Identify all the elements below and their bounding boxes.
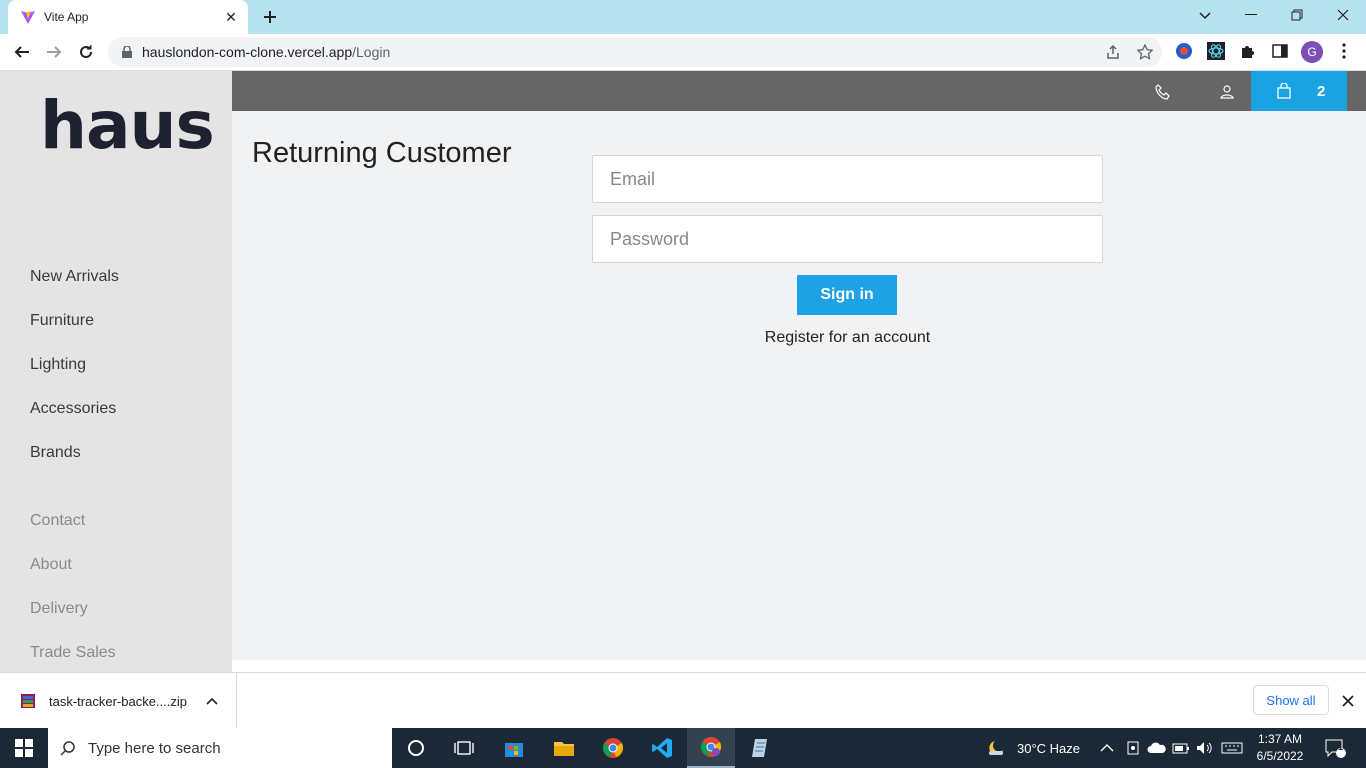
notification-center-icon[interactable]: 1 (1324, 728, 1346, 768)
email-field[interactable] (592, 155, 1103, 203)
tab-title: Vite App (44, 10, 89, 24)
cortana-icon[interactable] (392, 728, 440, 768)
nav-item-lighting[interactable]: Lighting (30, 354, 119, 398)
sign-in-button[interactable]: Sign in (797, 275, 897, 315)
phone-icon[interactable] (1152, 81, 1174, 103)
page-footer-strip (232, 660, 1366, 672)
keyboard-icon[interactable] (1221, 728, 1243, 768)
archive-file-icon (21, 694, 35, 708)
weather-text: 30°C Haze (1017, 740, 1081, 756)
clock-time: 1:37 AM (1257, 732, 1303, 746)
browser-toolbar: hauslondon-com-clone.vercel.app/Login G (0, 34, 1366, 71)
nav-item-accessories[interactable]: Accessories (30, 398, 119, 442)
primary-nav: New Arrivals Furniture Lighting Accessor… (30, 266, 119, 486)
cart-count: 2 (1317, 82, 1326, 100)
browser-tab-bar: Vite App ✕ (0, 0, 1366, 34)
new-tab-icon[interactable] (258, 6, 282, 28)
sidebar: haus New Arrivals Furniture Lighting Acc… (0, 71, 232, 672)
clock-date: 6/5/2022 (1256, 749, 1304, 763)
bookmark-star-icon[interactable] (1136, 42, 1154, 62)
register-link-text[interactable]: Register for an account (765, 329, 930, 346)
taskbar-clock[interactable]: 1:37 AM 6/5/2022 (1250, 731, 1310, 765)
notification-count: 1 (1338, 742, 1344, 752)
chevron-up-icon[interactable] (205, 697, 219, 705)
extension-color-icon[interactable] (1172, 39, 1196, 63)
show-all-button[interactable]: Show all (1253, 685, 1329, 715)
forward-icon[interactable] (40, 38, 68, 66)
download-item[interactable]: task-tracker-backe....zip (0, 673, 237, 729)
web-page: haus New Arrivals Furniture Lighting Acc… (0, 71, 1366, 672)
lock-icon[interactable] (120, 46, 134, 58)
task-view-icon[interactable] (440, 728, 488, 768)
download-bar: task-tracker-backe....zip Show all (0, 672, 1366, 729)
extensions-puzzle-icon[interactable] (1236, 39, 1260, 63)
weather-moon-icon (986, 739, 1008, 757)
meet-now-icon[interactable] (1126, 728, 1140, 768)
battery-icon[interactable] (1172, 728, 1190, 768)
page-title: Returning Customer (252, 137, 512, 169)
browser-tab[interactable]: Vite App ✕ (8, 0, 248, 34)
secondary-nav: Contact About Delivery Trade Sales (30, 510, 116, 686)
profile-avatar[interactable]: G (1301, 41, 1323, 63)
password-field[interactable] (592, 215, 1103, 263)
close-window-icon[interactable] (1320, 0, 1366, 30)
cart-button[interactable]: 2 (1251, 71, 1347, 111)
nav-item-furniture[interactable]: Furniture (30, 310, 119, 354)
side-panel-icon[interactable] (1268, 39, 1292, 63)
site-logo[interactable]: haus (40, 87, 215, 164)
chrome-profile-icon[interactable] (687, 728, 735, 768)
onedrive-icon[interactable] (1147, 728, 1167, 768)
windows-taskbar: Type here to search 30°C Haze 1:37 AM 6/… (0, 728, 1366, 768)
windows-start-icon[interactable] (0, 728, 48, 768)
taskbar-search-placeholder: Type here to search (88, 739, 221, 757)
shopping-bag-icon (1273, 80, 1295, 102)
vscode-icon[interactable] (638, 728, 686, 768)
url-text: hauslondon-com-clone.vercel.app/Login (142, 44, 391, 60)
back-icon[interactable] (8, 38, 36, 66)
chrome-icon[interactable] (589, 728, 637, 768)
reload-icon[interactable] (72, 38, 100, 66)
minimize-icon[interactable] (1228, 0, 1274, 30)
tray-chevron-up-icon[interactable] (1100, 728, 1114, 768)
taskbar-search[interactable]: Type here to search (48, 728, 392, 768)
store-icon[interactable] (490, 728, 538, 768)
share-icon[interactable] (1104, 42, 1122, 62)
nav-item-delivery[interactable]: Delivery (30, 598, 116, 642)
volume-icon[interactable] (1196, 728, 1212, 768)
react-devtools-icon[interactable] (1204, 39, 1228, 63)
restore-icon[interactable] (1274, 0, 1320, 30)
notepad-app-icon[interactable] (736, 728, 784, 768)
download-file-name: task-tracker-backe....zip (49, 693, 187, 709)
close-download-bar-icon[interactable] (1338, 691, 1358, 711)
file-explorer-icon[interactable] (540, 728, 588, 768)
close-tab-icon[interactable]: ✕ (222, 8, 240, 26)
register-link: Register for an account (592, 329, 1103, 347)
account-icon[interactable] (1216, 81, 1238, 103)
search-icon (60, 740, 78, 756)
weather-widget[interactable]: 30°C Haze (986, 728, 1080, 768)
nav-item-new-arrivals[interactable]: New Arrivals (30, 266, 119, 310)
nav-item-contact[interactable]: Contact (30, 510, 116, 554)
nav-item-brands[interactable]: Brands (30, 442, 119, 486)
nav-item-about[interactable]: About (30, 554, 116, 598)
vite-logo-icon (20, 9, 36, 25)
menu-kebab-icon[interactable] (1332, 39, 1356, 63)
site-top-bar: 2 (232, 71, 1366, 111)
tab-search-icon[interactable] (1190, 4, 1220, 28)
address-bar[interactable]: hauslondon-com-clone.vercel.app/Login (108, 37, 1162, 67)
